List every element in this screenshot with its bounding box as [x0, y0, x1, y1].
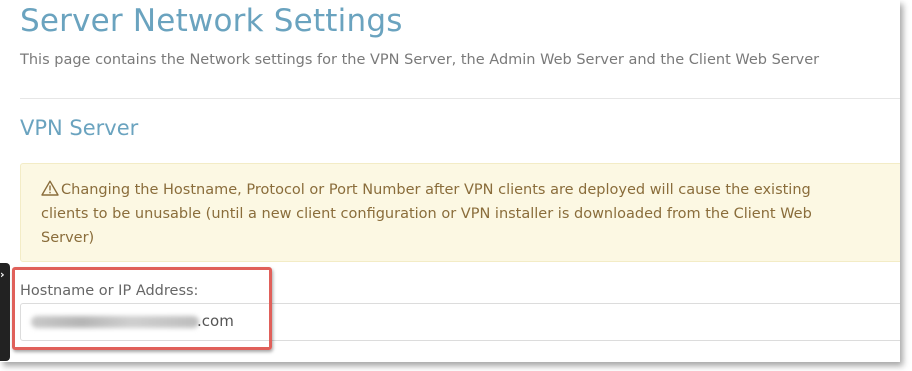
warning-alert: Changing the Hostname, Protocol or Port … [20, 163, 900, 262]
side-panel-toggle[interactable]: › [0, 263, 10, 361]
hostname-highlight-annotation [12, 267, 272, 350]
vpn-server-section-title: VPN Server [20, 116, 139, 140]
section-divider [20, 98, 900, 99]
warning-triangle-icon [41, 180, 59, 196]
chevron-right-icon: › [0, 268, 5, 281]
warning-alert-text: Changing the Hostname, Protocol or Port … [41, 182, 812, 246]
warning-alert-content: Changing the Hostname, Protocol or Port … [41, 178, 841, 250]
screenshot-frame: Server Network Settings This page contai… [0, 0, 900, 362]
page-title: Server Network Settings [20, 3, 403, 39]
page-subtitle: This page contains the Network settings … [20, 52, 820, 68]
